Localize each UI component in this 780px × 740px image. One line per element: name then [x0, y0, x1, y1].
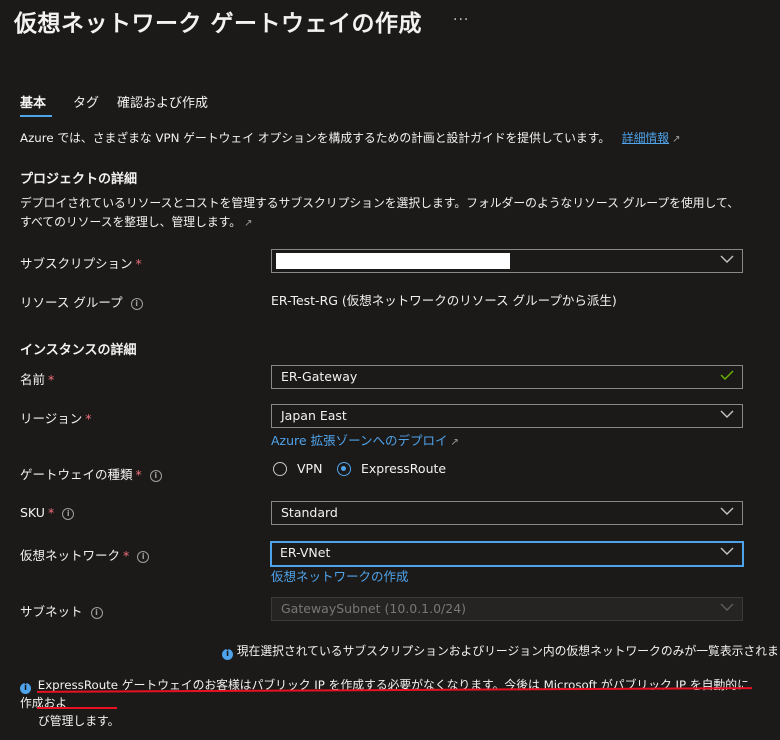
name-input[interactable]: ER-Gateway — [271, 365, 743, 389]
required-marker: * — [48, 372, 55, 387]
name-input-value: ER-Gateway — [281, 369, 358, 384]
more-options-icon[interactable]: ··· — [453, 12, 469, 28]
tab-tags[interactable]: タグ — [73, 92, 99, 111]
info-icon[interactable]: i — [130, 298, 143, 310]
tab-basics[interactable]: 基本 — [20, 92, 46, 111]
create-vnet-link[interactable]: 仮想ネットワークの作成 — [271, 566, 409, 585]
instance-details-heading: インスタンスの詳細 — [20, 343, 137, 358]
redacted-subscription-value — [276, 253, 510, 269]
vnet-note-text: 現在選択されているサブスクリプションおよびリージョン内の仮想ネットワークのみが一… — [236, 644, 780, 658]
info-filled-icon: i — [222, 649, 233, 660]
sku-label-text: SKU — [20, 505, 45, 520]
name-label: 名前 * — [20, 369, 54, 388]
subscription-label: サブスクリプション * — [20, 253, 142, 272]
external-link-icon: ↗ — [450, 437, 459, 448]
required-marker: * — [123, 548, 130, 563]
external-link-icon: ↗ — [244, 218, 253, 229]
info-icon[interactable]: i — [62, 508, 75, 520]
chevron-down-icon — [720, 603, 734, 611]
resource-group-value: ER-Test-RG (仮想ネットワークのリソース グループから派生) — [271, 293, 617, 308]
required-marker: * — [47, 505, 55, 520]
sku-dropdown[interactable]: Standard — [271, 501, 743, 525]
region-dropdown-value: Japan East — [281, 408, 347, 423]
required-marker: * — [135, 256, 142, 271]
chevron-down-icon — [720, 547, 734, 555]
subnet-dropdown: GatewaySubnet (10.0.1.0/24) — [271, 597, 743, 621]
radio-vpn[interactable] — [273, 462, 287, 476]
chevron-down-icon — [720, 255, 734, 263]
project-details-heading: プロジェクトの詳細 — [20, 172, 138, 187]
extended-zone-link[interactable]: Azure 拡張ゾーンへのデプロイ ↗ — [271, 430, 459, 449]
learn-more-link[interactable]: 詳細情報 — [622, 131, 669, 145]
resource-group-label: リソース グループ i — [20, 292, 143, 311]
chevron-down-icon — [720, 410, 734, 418]
radio-vpn-label[interactable]: VPN — [297, 461, 322, 476]
active-tab-indicator — [20, 115, 52, 117]
intro-text: Azure では、さまざまな VPN ゲートウェイ オプションを構成するための計… — [20, 129, 680, 149]
tab-review-create[interactable]: 確認および作成 — [117, 92, 208, 111]
subnet-dropdown-value: GatewaySubnet (10.0.1.0/24) — [281, 601, 467, 616]
sku-dropdown-value: Standard — [281, 505, 338, 520]
page-title: 仮想ネットワーク ゲートウェイの作成 — [14, 11, 423, 37]
red-annotation-underline-2 — [37, 707, 117, 709]
project-description: デプロイされているリソースとコストを管理するサブスクリプションを選択します。フォ… — [20, 194, 745, 233]
public-ip-note-line2: び管理します。 — [38, 714, 120, 728]
subnet-label-text: サブネット — [20, 604, 83, 619]
resource-group-label-text: リソース グループ — [20, 295, 123, 310]
checkmark-icon — [720, 370, 734, 380]
chevron-down-icon — [720, 507, 734, 515]
info-icon[interactable]: i — [90, 607, 103, 619]
required-marker: * — [135, 467, 142, 482]
name-label-text: 名前 — [20, 372, 46, 387]
external-link-icon: ↗ — [672, 134, 681, 145]
gateway-type-label-text: ゲートウェイの種類 — [20, 467, 133, 482]
vnet-label-text: 仮想ネットワーク — [20, 548, 121, 563]
info-icon[interactable]: i — [149, 470, 162, 482]
radio-expressroute-label[interactable]: ExpressRoute — [361, 461, 446, 476]
subscription-dropdown[interactable] — [271, 249, 743, 273]
radio-expressroute[interactable] — [337, 462, 351, 476]
subscription-label-text: サブスクリプション — [20, 256, 133, 271]
info-filled-icon: i — [20, 683, 31, 694]
subnet-label: サブネット i — [20, 601, 103, 620]
sku-label: SKU * i — [20, 505, 75, 520]
public-ip-note-line1: ExpressRoute ゲートウェイのお客様はパブリック IP を作成する必要… — [20, 678, 749, 710]
intro-description: Azure では、さまざまな VPN ゲートウェイ オプションを構成するための計… — [20, 131, 611, 145]
region-label: リージョン * — [20, 408, 92, 427]
vnet-dropdown-value: ER-VNet — [280, 545, 331, 560]
vnet-dropdown[interactable]: ER-VNet — [270, 541, 744, 567]
gateway-type-label: ゲートウェイの種類 * i — [20, 464, 162, 483]
required-marker: * — [85, 411, 92, 426]
project-description-text: デプロイされているリソースとコストを管理するサブスクリプションを選択します。フォ… — [20, 196, 739, 229]
extended-zone-link-text: Azure 拡張ゾーンへのデプロイ — [271, 433, 448, 448]
region-label-text: リージョン — [20, 411, 83, 426]
vnet-note: i 現在選択されているサブスクリプションおよびリージョン内の仮想ネットワークのみ… — [222, 642, 780, 660]
info-icon[interactable]: i — [137, 551, 150, 563]
vnet-label: 仮想ネットワーク * i — [20, 545, 150, 564]
region-dropdown[interactable]: Japan East — [271, 404, 743, 428]
public-ip-note: i ExpressRoute ゲートウェイのお客様はパブリック IP を作成する… — [20, 676, 760, 730]
